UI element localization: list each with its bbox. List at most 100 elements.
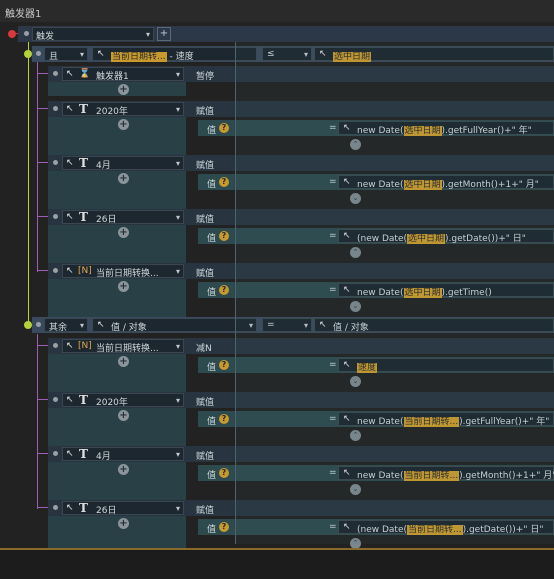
action-verb[interactable]: 赋值 [196,212,214,225]
else-left-placeholder: 值 / 对象 [111,323,147,333]
else-left-operand[interactable]: ↖ 值 / 对象 ▾ [92,318,257,333]
value-label: 值 [207,288,217,298]
action-subpanel [48,462,186,500]
trigger-handle[interactable] [24,31,29,36]
trigger-node-dot[interactable] [8,30,16,38]
add-param-button[interactable]: + [118,173,129,184]
chevron-down-icon: ▾ [175,396,180,405]
chevron-down-icon: ▾ [175,105,180,114]
else-node-dot[interactable] [24,321,32,329]
action-handle[interactable] [53,214,58,219]
action-verb[interactable]: 减N [196,341,212,354]
action-handle[interactable] [53,268,58,273]
chevron-down-icon: ▾ [175,267,180,276]
help-icon[interactable]: ? [219,414,229,424]
value-label: 值 [207,471,217,481]
action-target-dropdown[interactable]: ↖ T 2020年 ▾ [62,102,184,117]
action-target-dropdown[interactable]: ↖ [N] 当前日期转换... ▾ [62,339,184,354]
chevron-down-icon: ▾ [79,50,84,59]
action-target-dropdown[interactable]: ↖ T 2020年 ▾ [62,393,184,408]
action-subpanel [48,225,186,263]
action-target-dropdown[interactable]: ↖ T 4月 ▾ [62,447,184,462]
action-target-dropdown[interactable]: ↖ T 4月 ▾ [62,156,184,171]
action-verb[interactable]: 赋值 [196,449,214,462]
action-target-label: 当前日期转换... [96,269,159,279]
action-target-label: 4月 [96,452,111,462]
action-target-dropdown[interactable]: ↖ T 26日 ▾ [62,210,184,225]
text-type-icon: T [79,210,88,224]
text-type-icon: T [79,156,88,170]
hourglass-icon: ⌛ [79,69,91,79]
value-label: 值 [207,417,217,427]
action-target-label: 4月 [96,161,111,171]
action-target-dropdown[interactable]: ↖ [N] 当前日期转换... ▾ [62,264,184,279]
if-left-expression: 当前日期转... - 速度 [111,49,194,62]
action-verb[interactable]: 赋值 [196,266,214,279]
if-left-operand[interactable]: ↖ 当前日期转... - 速度 [92,47,257,62]
cursor-icon: ↖ [66,503,74,513]
add-param-button[interactable]: + [118,84,129,95]
else-handle[interactable] [36,322,41,327]
action-target-label: 当前日期转换... [96,344,159,354]
help-icon[interactable]: ? [219,123,229,133]
action-verb[interactable]: 赋值 [196,503,214,516]
help-icon[interactable]: ? [219,522,229,532]
value-label: 值 [207,180,217,190]
action-handle[interactable] [53,343,58,348]
action-subpanel [48,279,186,317]
action-handle[interactable] [53,160,58,165]
action-target-label: 26日 [96,506,117,516]
chevron-down-icon: ▾ [79,321,84,330]
chevron-down-icon: ▾ [175,159,180,168]
selection-overlay [235,42,554,544]
text-type-icon: T [79,501,88,515]
action-verb[interactable]: 赋值 [196,104,214,117]
else-actions-line [37,334,38,509]
if-logic-label: 且 [49,52,59,62]
cursor-icon: ↖ [66,395,74,405]
action-handle[interactable] [53,397,58,402]
cursor-icon: ↖ [97,49,105,59]
cursor-icon: ↖ [66,158,74,168]
action-handle[interactable] [53,451,58,456]
action-handle[interactable] [53,505,58,510]
help-icon[interactable]: ? [219,177,229,187]
help-icon[interactable]: ? [219,285,229,295]
cursor-icon: ↖ [66,212,74,222]
value-label: 值 [207,126,217,136]
add-param-button[interactable]: + [118,464,129,475]
title-bar: 触发器1 [0,0,554,23]
if-branch-line [28,38,29,328]
if-node-dot[interactable] [24,50,32,58]
help-icon[interactable]: ? [219,468,229,478]
if-logic-dropdown[interactable]: 且 ▾ [44,47,88,62]
action-target-label: 触发器1 [96,72,129,82]
cursor-icon: ↖ [66,449,74,459]
action-verb[interactable]: 赋值 [196,395,214,408]
help-icon[interactable]: ? [219,231,229,241]
add-trigger-button[interactable]: + [157,27,171,41]
chevron-down-icon: ▾ [175,450,180,459]
add-param-button[interactable]: + [118,410,129,421]
action-target-label: 2020年 [96,398,128,408]
action-subpanel [48,117,186,155]
add-param-button[interactable]: + [118,119,129,130]
action-target-dropdown[interactable]: ↖ T 26日 ▾ [62,501,184,516]
add-param-button[interactable]: + [118,356,129,367]
chevron-down-icon: ▾ [145,30,150,39]
action-handle[interactable] [53,106,58,111]
action-verb[interactable]: 暂停 [196,69,214,82]
add-param-button[interactable]: + [118,281,129,292]
action-handle[interactable] [53,71,58,76]
add-param-button[interactable]: + [118,227,129,238]
trigger-dropdown[interactable]: 触发 ▾ [32,27,154,42]
add-param-button[interactable]: + [118,518,129,529]
action-verb[interactable]: 赋值 [196,158,214,171]
action-target-label: 26日 [96,215,117,225]
else-logic-dropdown[interactable]: 其余 ▾ [44,318,88,333]
help-icon[interactable]: ? [219,360,229,370]
if-handle[interactable] [36,51,41,56]
action-subpanel [48,354,186,392]
action-subpanel [48,171,186,209]
action-target-dropdown[interactable]: ↖ ⌛ 触发器1 ▾ [62,67,184,82]
